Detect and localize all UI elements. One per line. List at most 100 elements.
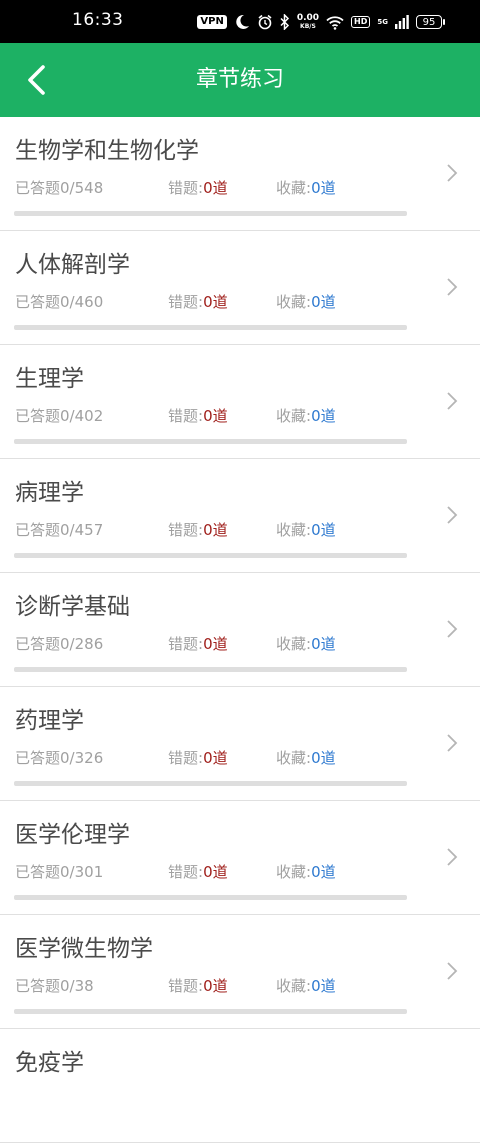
wrong-value: 0道 <box>203 977 228 995</box>
chapter-item[interactable]: 诊断学基础 已答题0/286 错题:0道 收藏:0道 <box>0 573 480 687</box>
progress-bar <box>14 895 407 900</box>
answered-count: 已答题0/38 <box>15 975 94 996</box>
wrong-label: 错题: <box>168 977 204 995</box>
chapter-stats: 已答题0/460 错题:0道 收藏:0道 <box>15 291 415 311</box>
favorites-count: 收藏:0道 <box>276 405 336 426</box>
chapter-title: 药理学 <box>15 708 84 734</box>
chevron-right-icon <box>447 278 458 296</box>
wrong-label: 错题: <box>168 179 204 197</box>
answered-label: 已答题 <box>15 521 61 539</box>
chapter-item[interactable]: 医学微生物学 已答题0/38 错题:0道 收藏:0道 <box>0 915 480 1029</box>
answered-value: 0/286 <box>60 635 104 653</box>
chapter-title: 诊断学基础 <box>15 594 130 620</box>
alarm-icon <box>258 14 272 30</box>
wrong-count: 错题:0道 <box>168 861 228 882</box>
wrong-count: 错题:0道 <box>168 177 228 198</box>
chapter-stats: 已答题0/402 错题:0道 收藏:0道 <box>15 405 415 425</box>
wrong-count: 错题:0道 <box>168 405 228 426</box>
battery-icon: 95 <box>416 15 445 29</box>
favorites-value: 0道 <box>311 179 336 197</box>
answered-label: 已答题 <box>15 293 61 311</box>
answered-count: 已答题0/548 <box>15 177 103 198</box>
wrong-count: 错题:0道 <box>168 747 228 768</box>
wrong-label: 错题: <box>168 293 204 311</box>
app-header: 章节练习 <box>0 43 480 117</box>
answered-label: 已答题 <box>15 179 61 197</box>
speed-unit: KB/S <box>300 23 316 30</box>
answered-label: 已答题 <box>15 635 61 653</box>
wrong-value: 0道 <box>203 635 228 653</box>
chapter-item[interactable]: 病理学 已答题0/457 错题:0道 收藏:0道 <box>0 459 480 573</box>
chevron-right-icon <box>447 620 458 638</box>
moon-icon <box>236 14 249 29</box>
vpn-icon: VPN <box>197 15 227 29</box>
answered-value: 0/548 <box>60 179 104 197</box>
favorites-label: 收藏: <box>276 635 312 653</box>
wrong-value: 0道 <box>203 407 228 425</box>
chapter-title: 人体解剖学 <box>15 252 130 278</box>
chapter-item[interactable]: 免疫学 <box>0 1029 480 1143</box>
answered-count: 已答题0/326 <box>15 747 103 768</box>
bluetooth-icon <box>280 14 289 30</box>
network-speed: 0.00 KB/S <box>297 14 319 31</box>
wrong-label: 错题: <box>168 521 204 539</box>
wrong-count: 错题:0道 <box>168 633 228 654</box>
chapter-title: 生理学 <box>15 366 84 392</box>
favorites-count: 收藏:0道 <box>276 519 336 540</box>
chapter-item[interactable]: 人体解剖学 已答题0/460 错题:0道 收藏:0道 <box>0 231 480 345</box>
progress-bar <box>14 781 407 786</box>
favorites-value: 0道 <box>311 863 336 881</box>
progress-bar <box>14 439 407 444</box>
wifi-icon <box>326 15 344 30</box>
answered-count: 已答题0/460 <box>15 291 103 312</box>
answered-label: 已答题 <box>15 977 61 995</box>
network-type: 5G <box>377 18 388 26</box>
answered-value: 0/326 <box>60 749 104 767</box>
chevron-right-icon <box>447 734 458 752</box>
progress-bar <box>14 667 407 672</box>
chapter-title: 医学伦理学 <box>15 822 130 848</box>
favorites-label: 收藏: <box>276 407 312 425</box>
progress-bar <box>14 553 407 558</box>
chevron-right-icon <box>447 164 458 182</box>
progress-bar <box>14 325 407 330</box>
answered-label: 已答题 <box>15 407 61 425</box>
answered-label: 已答题 <box>15 863 61 881</box>
status-time: 16:33 <box>72 10 124 30</box>
chevron-right-icon <box>447 848 458 866</box>
progress-bar <box>14 211 407 216</box>
favorites-count: 收藏:0道 <box>276 747 336 768</box>
status-bar: 16:33 VPN 0.00 KB/S HD 5G 95 <box>0 0 480 43</box>
chapter-item[interactable]: 药理学 已答题0/326 错题:0道 收藏:0道 <box>0 687 480 801</box>
favorites-label: 收藏: <box>276 749 312 767</box>
chapter-stats: 已答题0/457 错题:0道 收藏:0道 <box>15 519 415 539</box>
answered-value: 0/457 <box>60 521 104 539</box>
favorites-count: 收藏:0道 <box>276 975 336 996</box>
wrong-label: 错题: <box>168 635 204 653</box>
wrong-label: 错题: <box>168 863 204 881</box>
status-icons: VPN 0.00 KB/S HD 5G 95 <box>197 12 445 32</box>
chapter-item[interactable]: 医学伦理学 已答题0/301 错题:0道 收藏:0道 <box>0 801 480 915</box>
chapter-title: 病理学 <box>15 480 84 506</box>
chevron-right-icon <box>447 962 458 980</box>
wrong-value: 0道 <box>203 863 228 881</box>
favorites-count: 收藏:0道 <box>276 861 336 882</box>
answered-value: 0/460 <box>60 293 104 311</box>
hd-icon: HD <box>351 16 371 28</box>
answered-value: 0/38 <box>60 977 94 995</box>
chapter-item[interactable]: 生物学和生物化学 已答题0/548 错题:0道 收藏:0道 <box>0 117 480 231</box>
wrong-value: 0道 <box>203 521 228 539</box>
favorites-label: 收藏: <box>276 293 312 311</box>
favorites-label: 收藏: <box>276 863 312 881</box>
favorites-count: 收藏:0道 <box>276 177 336 198</box>
chapter-list: 生物学和生物化学 已答题0/548 错题:0道 收藏:0道 人体解剖学 已答题0… <box>0 117 480 1143</box>
chapter-stats: 已答题0/301 错题:0道 收藏:0道 <box>15 861 415 881</box>
favorites-value: 0道 <box>311 635 336 653</box>
answered-value: 0/402 <box>60 407 104 425</box>
answered-count: 已答题0/457 <box>15 519 103 540</box>
favorites-value: 0道 <box>311 977 336 995</box>
wrong-value: 0道 <box>203 293 228 311</box>
chapter-item[interactable]: 生理学 已答题0/402 错题:0道 收藏:0道 <box>0 345 480 459</box>
favorites-value: 0道 <box>311 749 336 767</box>
favorites-count: 收藏:0道 <box>276 633 336 654</box>
